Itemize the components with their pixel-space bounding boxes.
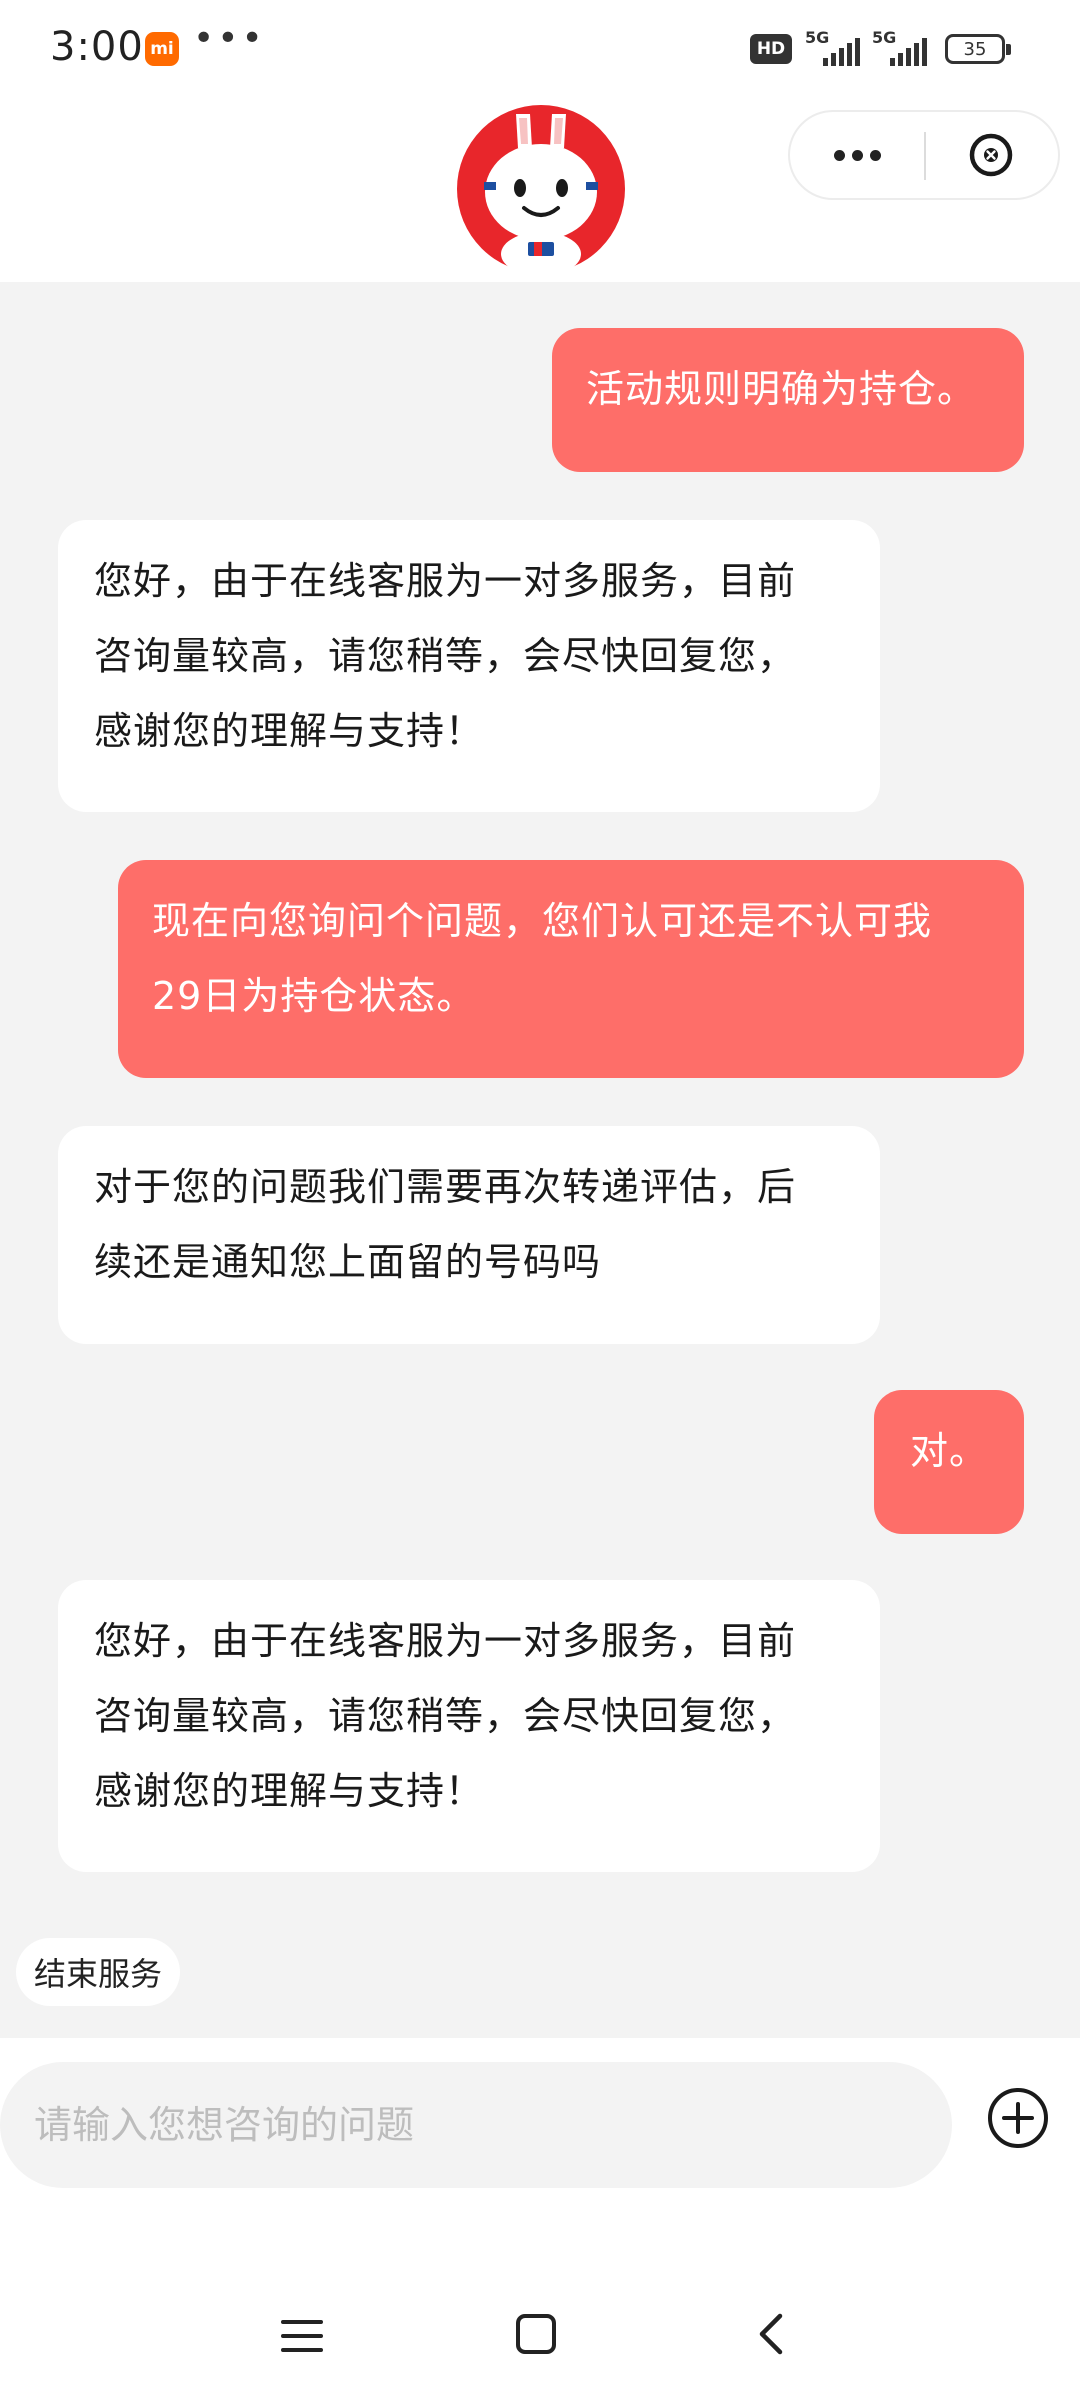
user-message-bubble: 现在向您询问个问题，您们认可还是不认可我 29日为持仓状态。 xyxy=(118,860,1024,1078)
agent-message-bubble: 您好，由于在线客服为一对多服务，目前 咨询量较高，请您稍等，会尽快回复您， 感谢… xyxy=(58,1580,880,1872)
rabbit-mascot-icon xyxy=(457,105,625,274)
home-square-icon[interactable] xyxy=(514,2312,558,2356)
input-bar xyxy=(0,2038,1080,2400)
agent-message-bubble: 您好，由于在线客服为一对多服务，目前 咨询量较高，请您稍等，会尽快回复您， 感谢… xyxy=(58,520,880,812)
more-notifications-icon: ••• xyxy=(193,18,266,59)
plus-circle-icon[interactable] xyxy=(986,2086,1050,2150)
user-message-bubble: 活动规则明确为持仓。 xyxy=(552,328,1024,472)
back-chevron-icon[interactable] xyxy=(752,2310,788,2358)
agent-message-bubble: 对于您的问题我们需要再次转递评估，后 续还是通知您上面留的号码吗 xyxy=(58,1126,880,1344)
status-bar: 3:00 mi ••• HD 5G 5G 35 xyxy=(0,0,1080,96)
message-input[interactable] xyxy=(0,2062,952,2188)
battery-icon: 35 xyxy=(945,34,1011,64)
status-time: 3:00 xyxy=(50,24,144,70)
mini-program-capsule xyxy=(788,110,1060,200)
signal-strength-icon: 5G xyxy=(872,28,934,66)
chat-header xyxy=(0,96,1080,282)
end-service-button[interactable]: 结束服务 xyxy=(16,1938,180,2006)
user-message-bubble: 对。 xyxy=(874,1390,1024,1534)
close-circle-icon[interactable] xyxy=(968,132,1014,178)
hd-voice-icon: HD xyxy=(750,34,792,64)
mi-app-icon: mi xyxy=(145,32,179,66)
more-dots-icon[interactable] xyxy=(790,112,925,198)
capsule-divider xyxy=(924,132,926,180)
menu-icon[interactable] xyxy=(280,2316,324,2356)
signal-strength-icon: 5G xyxy=(805,28,867,66)
